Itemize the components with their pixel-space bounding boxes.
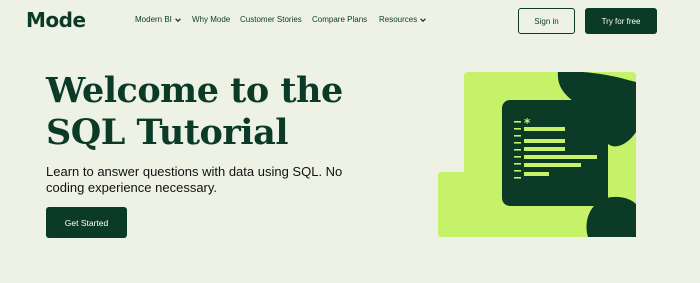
nav-item-modern-bi[interactable]: Modern BI — [135, 15, 182, 24]
nav-item-label: Resources — [379, 15, 418, 24]
hero-subtitle-line-2: coding experience necessary. — [46, 180, 218, 195]
try-for-free-button[interactable]: Try for free — [585, 8, 657, 34]
nav-item-resources[interactable]: Resources — [379, 15, 427, 24]
nav-item-label: Modern BI — [135, 15, 172, 24]
chevron-down-icon — [175, 17, 181, 22]
get-started-button[interactable]: Get Started — [46, 207, 127, 238]
sql-editor-illustration: * — [438, 72, 636, 237]
nav-item-label: Customer Stories — [240, 15, 302, 24]
nav-item-label: Why Mode — [192, 15, 231, 24]
nav-item-why-mode[interactable]: Why Mode — [192, 15, 230, 24]
chevron-down-icon — [420, 17, 427, 22]
sign-in-button[interactable]: Sign in — [518, 8, 575, 34]
hero-title-line-2: SQL Tutorial — [46, 112, 289, 153]
illustration-background-tab — [438, 172, 478, 237]
hero-title-line-1: Welcome to the — [46, 70, 343, 111]
mode-logo[interactable]: Mode — [26, 8, 86, 32]
hero-subtitle-line-1: Learn to answer questions with data usin… — [46, 164, 343, 179]
nav-item-compare-plans[interactable]: Compare Plans — [312, 15, 367, 24]
nav-item-customer-stories[interactable]: Customer Stories — [240, 15, 302, 24]
top-navigation: Mode Modern BI Why Mode Customer Stories… — [0, 0, 700, 42]
nav-item-label: Compare Plans — [312, 15, 368, 24]
hero-subtitle: Learn to answer questions with data usin… — [46, 164, 366, 196]
hero-title: Welcome to the SQL Tutorial — [46, 70, 376, 154]
editor-window — [502, 100, 608, 206]
